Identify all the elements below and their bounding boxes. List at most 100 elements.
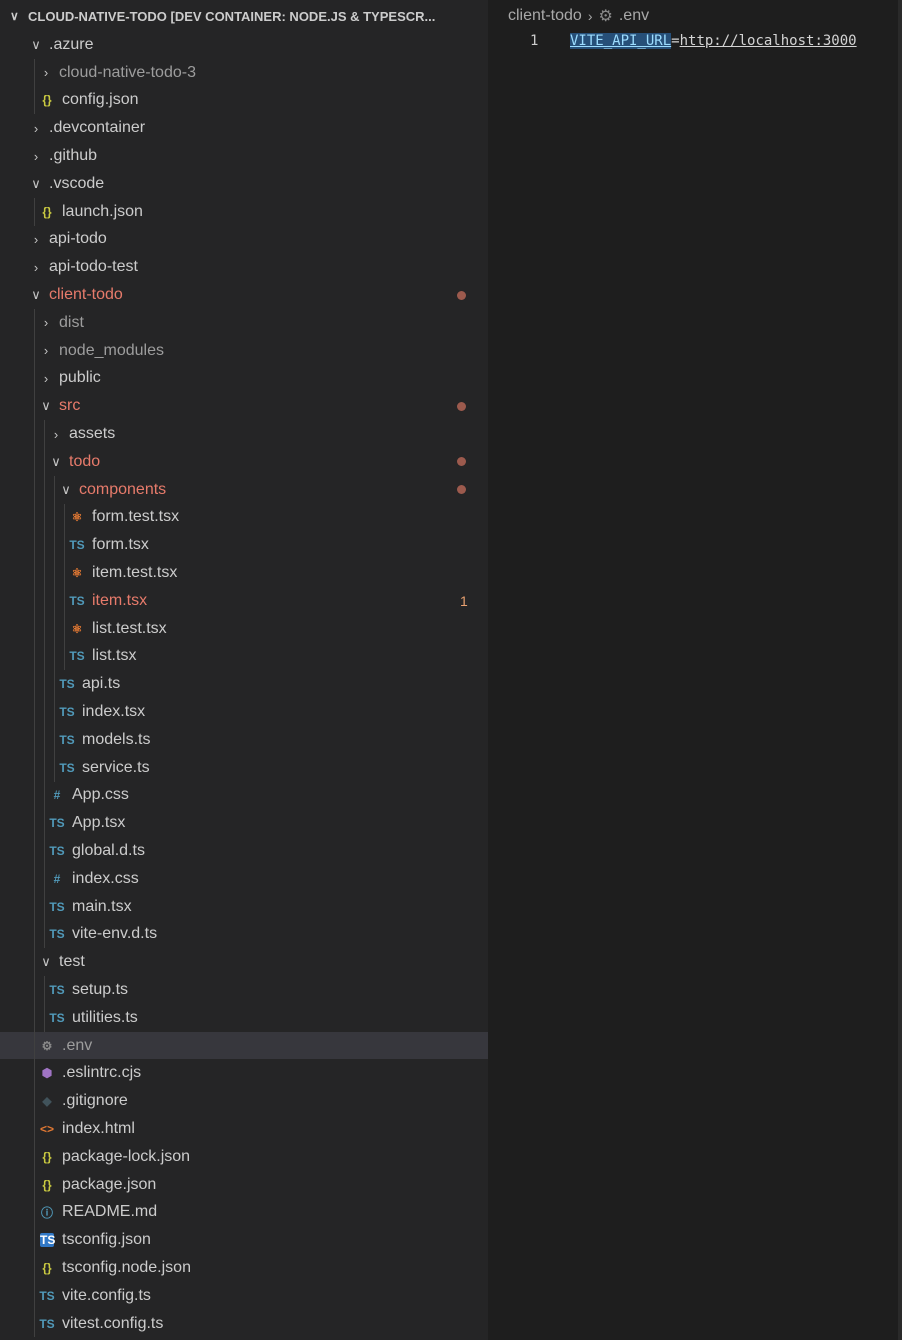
chevron-right-icon[interactable]: › [38, 315, 54, 330]
html-icon: <> [39, 1121, 54, 1136]
tree-file[interactable]: TS service.ts [0, 753, 488, 782]
tree-folder[interactable]: ∨ client-todo [0, 281, 488, 309]
tree-file[interactable]: TS vitest.config.ts [0, 1309, 488, 1338]
indent-guide [34, 1142, 35, 1171]
chevron-right-icon[interactable]: › [38, 343, 54, 358]
css-hash-icon: # [53, 871, 61, 886]
tree-file[interactable]: {} package.json [0, 1170, 488, 1199]
git-icon: ◆ [42, 1094, 52, 1109]
chevron-down-icon[interactable]: ∨ [28, 176, 44, 192]
tree-file[interactable]: ⚙ .env [0, 1031, 488, 1060]
typescript-icon: TS [69, 538, 85, 553]
tsconfig-icon: TS [40, 1233, 56, 1248]
tree-item-label: api-todo-test [49, 258, 138, 276]
workspace-title: CLOUD-NATIVE-TODO [DEV CONTAINER: NODE.J… [28, 8, 436, 24]
tree-item-label: src [59, 397, 81, 415]
tree-file[interactable]: <> index.html [0, 1115, 488, 1143]
indent-guide [34, 1254, 35, 1282]
tree-file[interactable]: TS App.tsx [0, 809, 488, 838]
chevron-down-icon[interactable]: ∨ [28, 37, 44, 53]
typescript-icon: TS [59, 760, 75, 775]
tree-file[interactable]: TS tsconfig.json [0, 1226, 488, 1255]
tree-file[interactable]: {} config.json [0, 86, 488, 115]
tree-item-label: index.tsx [82, 703, 146, 721]
tree-file[interactable]: {} launch.json [0, 197, 488, 226]
indent-guide [34, 336, 35, 365]
tree-file[interactable]: ⓘ README.md [0, 1198, 488, 1227]
tree-file[interactable]: ⚛ item.test.tsx [0, 559, 488, 587]
tree-folder[interactable]: ∨ components [0, 475, 488, 504]
indent-guide [34, 86, 35, 115]
tree-folder[interactable]: › node_modules [0, 336, 488, 365]
tree-file[interactable]: TS global.d.ts [0, 837, 488, 865]
indent-guide [34, 809, 35, 838]
tree-folder[interactable]: ∨ todo [0, 447, 488, 476]
tree-file[interactable]: {} tsconfig.node.json [0, 1254, 488, 1282]
tree-file[interactable]: {} package-lock.json [0, 1142, 488, 1171]
indent-guide [34, 1309, 35, 1338]
env-value-link[interactable]: http://localhost:3000 [680, 33, 857, 49]
tree-folder[interactable]: › dist [0, 308, 488, 337]
tree-folder[interactable]: ∨ .vscode [0, 170, 488, 198]
tree-file[interactable]: TS utilities.ts [0, 1003, 488, 1032]
tree-file[interactable]: ⚛ list.test.tsx [0, 614, 488, 643]
chevron-right-icon[interactable]: › [38, 65, 54, 80]
tree-file[interactable]: TS setup.ts [0, 976, 488, 1004]
tree-file[interactable]: ⚛ form.test.tsx [0, 503, 488, 532]
tree-folder[interactable]: › .devcontainer [0, 114, 488, 142]
tree-folder[interactable]: › assets [0, 420, 488, 448]
tree-file[interactable]: TS main.tsx [0, 892, 488, 921]
indent-guide [44, 1003, 45, 1032]
code-line[interactable]: 1 VITE_API_URL = http://localhost:3000 [490, 30, 857, 52]
explorer-root-header[interactable]: ∨ CLOUD-NATIVE-TODO [DEV CONTAINER: NODE… [0, 0, 488, 32]
chevron-down-icon[interactable]: ∨ [28, 287, 44, 303]
indent-guide [34, 725, 35, 754]
tree-file[interactable]: TS vite-env.d.ts [0, 920, 488, 949]
tree-file[interactable]: TS vite.config.ts [0, 1281, 488, 1310]
indent-guide [34, 948, 35, 977]
scrollbar[interactable] [898, 0, 902, 1340]
tree-file[interactable]: TS list.tsx [0, 642, 488, 671]
problem-count-badge: 1 [460, 592, 468, 609]
tree-item-label: dist [59, 313, 84, 331]
tree-folder[interactable]: › .github [0, 142, 488, 170]
tree-folder[interactable]: › api-todo-test [0, 253, 488, 281]
chevron-right-icon[interactable]: › [28, 121, 44, 136]
breadcrumb-folder[interactable]: client-todo [508, 7, 582, 25]
tree-file[interactable]: # index.css [0, 864, 488, 893]
chevron-right-icon[interactable]: › [38, 371, 54, 386]
env-key[interactable]: VITE_API_URL [570, 33, 672, 49]
tree-file[interactable]: TS form.tsx [0, 531, 488, 560]
chevron-down-icon[interactable]: ∨ [38, 954, 54, 970]
tree-file[interactable]: TS item.tsx 1 [0, 586, 488, 615]
tree-folder[interactable]: › cloud-native-todo-3 [0, 58, 488, 87]
chevron-down-icon[interactable]: ∨ [58, 482, 74, 498]
chevron-right-icon[interactable]: › [28, 232, 44, 247]
tree-item-label: README.md [62, 1203, 158, 1221]
chevron-right-icon[interactable]: › [28, 149, 44, 164]
indent-guide [54, 531, 55, 560]
tree-folder[interactable]: › public [0, 364, 488, 393]
tree-file[interactable]: # App.css [0, 781, 488, 810]
indent-guide [44, 531, 45, 560]
indent-guide [54, 698, 55, 726]
tree-file[interactable]: ◆ .gitignore [0, 1087, 488, 1116]
tree-folder[interactable]: ∨ src [0, 392, 488, 421]
tree-folder[interactable]: ∨ .azure [0, 31, 488, 59]
typescript-icon: TS [39, 1316, 55, 1331]
tree-file[interactable]: TS api.ts [0, 670, 488, 699]
tree-file[interactable]: TS models.ts [0, 725, 488, 754]
chevron-right-icon[interactable]: › [48, 427, 64, 442]
tree-item-label: index.html [62, 1119, 135, 1137]
react-icon: ⚛ [71, 621, 83, 636]
chevron-down-icon[interactable]: ∨ [38, 398, 54, 414]
tree-file[interactable]: TS index.tsx [0, 698, 488, 726]
indent-guide [34, 531, 35, 560]
chevron-down-icon[interactable]: ∨ [48, 454, 64, 470]
tree-folder[interactable]: › api-todo [0, 226, 488, 254]
tree-file[interactable]: ⬢ .eslintrc.cjs [0, 1059, 488, 1088]
breadcrumb-file[interactable]: .env [619, 7, 649, 25]
indent-guide [34, 475, 35, 504]
tree-folder[interactable]: ∨ test [0, 948, 488, 977]
chevron-right-icon[interactable]: › [28, 260, 44, 275]
